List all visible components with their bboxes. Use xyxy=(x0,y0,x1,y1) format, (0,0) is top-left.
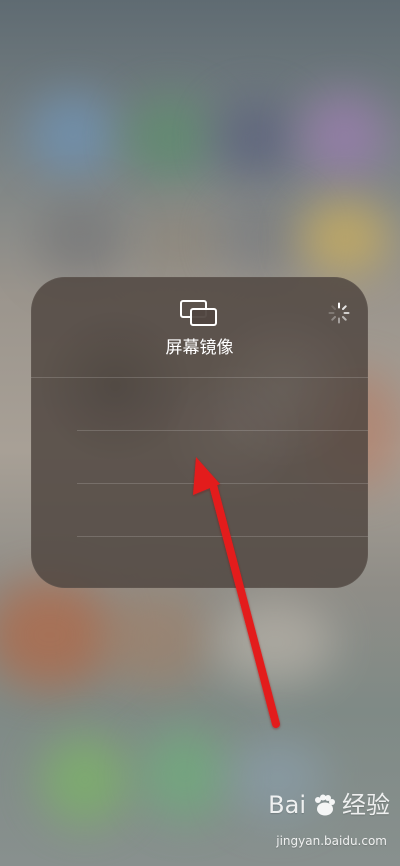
screen-mirroring-header: 屏幕镜像 xyxy=(31,277,368,377)
device-row[interactable] xyxy=(31,377,368,430)
device-row[interactable] xyxy=(31,483,368,536)
screen-mirroring-title: 屏幕镜像 xyxy=(165,338,234,358)
watermark-brand: Bai xyxy=(268,791,306,819)
blurred-app-icon xyxy=(100,590,210,690)
blurred-app-icon xyxy=(135,205,225,277)
list-divider xyxy=(77,536,368,537)
blurred-app-icon xyxy=(125,95,215,180)
watermark-brand-row: Bai 经验 xyxy=(268,792,390,818)
blurred-app-icon xyxy=(214,98,299,180)
baidu-paw-icon xyxy=(311,792,337,818)
baidu-jingyan-watermark: Bai 经验 jingyan.baidu.com xyxy=(250,792,390,848)
loading-spinner-icon xyxy=(327,301,351,325)
blurred-app-icon xyxy=(300,92,388,180)
watermark-url: jingyan.baidu.com xyxy=(276,834,387,848)
blurred-app-icon xyxy=(215,600,335,685)
blurred-app-icon xyxy=(28,92,118,177)
blurred-app-icon xyxy=(300,200,390,275)
blurred-app-icon xyxy=(35,200,125,280)
screen-mirroring-icon xyxy=(179,299,219,329)
section-divider xyxy=(31,377,368,378)
screen-mirroring-panel: 屏幕镜像 xyxy=(31,277,368,588)
list-divider xyxy=(77,483,368,484)
device-row[interactable] xyxy=(31,430,368,483)
watermark-chinese-text: 经验 xyxy=(342,791,390,819)
blurred-app-icon xyxy=(220,198,308,278)
blurred-app-icon xyxy=(0,580,115,690)
list-divider xyxy=(77,430,368,431)
device-row[interactable] xyxy=(31,536,368,588)
blurred-app-icon xyxy=(140,728,230,820)
blurred-app-icon xyxy=(40,735,130,825)
